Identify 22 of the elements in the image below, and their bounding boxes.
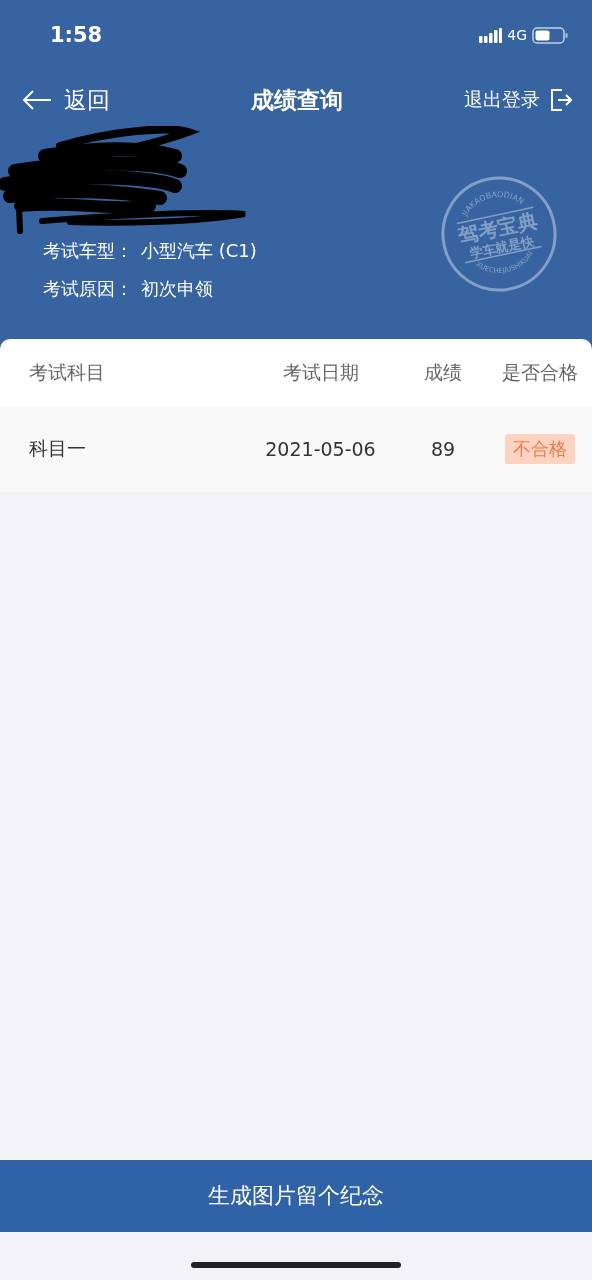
logout-icon: [550, 89, 572, 111]
battery-icon: [532, 26, 568, 44]
logout-button[interactable]: 退出登录: [432, 87, 572, 113]
status-time: 1:58: [50, 23, 103, 47]
table-cell-text: 89: [429, 438, 457, 460]
field-value: 初次申领: [141, 277, 213, 301]
network-label: 4G: [507, 27, 527, 43]
field-label: 考试车型：: [43, 239, 133, 263]
back-arrow-icon: [22, 90, 52, 110]
column-header: 考试日期: [281, 359, 360, 385]
column-header: 成绩: [423, 359, 463, 385]
table-cell-text: 2021-05-06: [264, 438, 377, 460]
table-cell-text: 科目一: [28, 436, 87, 461]
column-header: 考试科目: [28, 359, 106, 385]
page-title: 成绩查询: [251, 85, 343, 115]
field-label: 考试原因：: [43, 277, 133, 301]
field-value: 小型汽车 (C1): [141, 239, 257, 263]
generate-image-button[interactable]: 生成图片留个纪念: [0, 1160, 592, 1232]
back-button[interactable]: 返回: [22, 84, 162, 116]
signal-icon: [479, 27, 503, 43]
result-tag: 不合格: [505, 434, 575, 464]
column-header: 是否合格: [501, 359, 579, 385]
